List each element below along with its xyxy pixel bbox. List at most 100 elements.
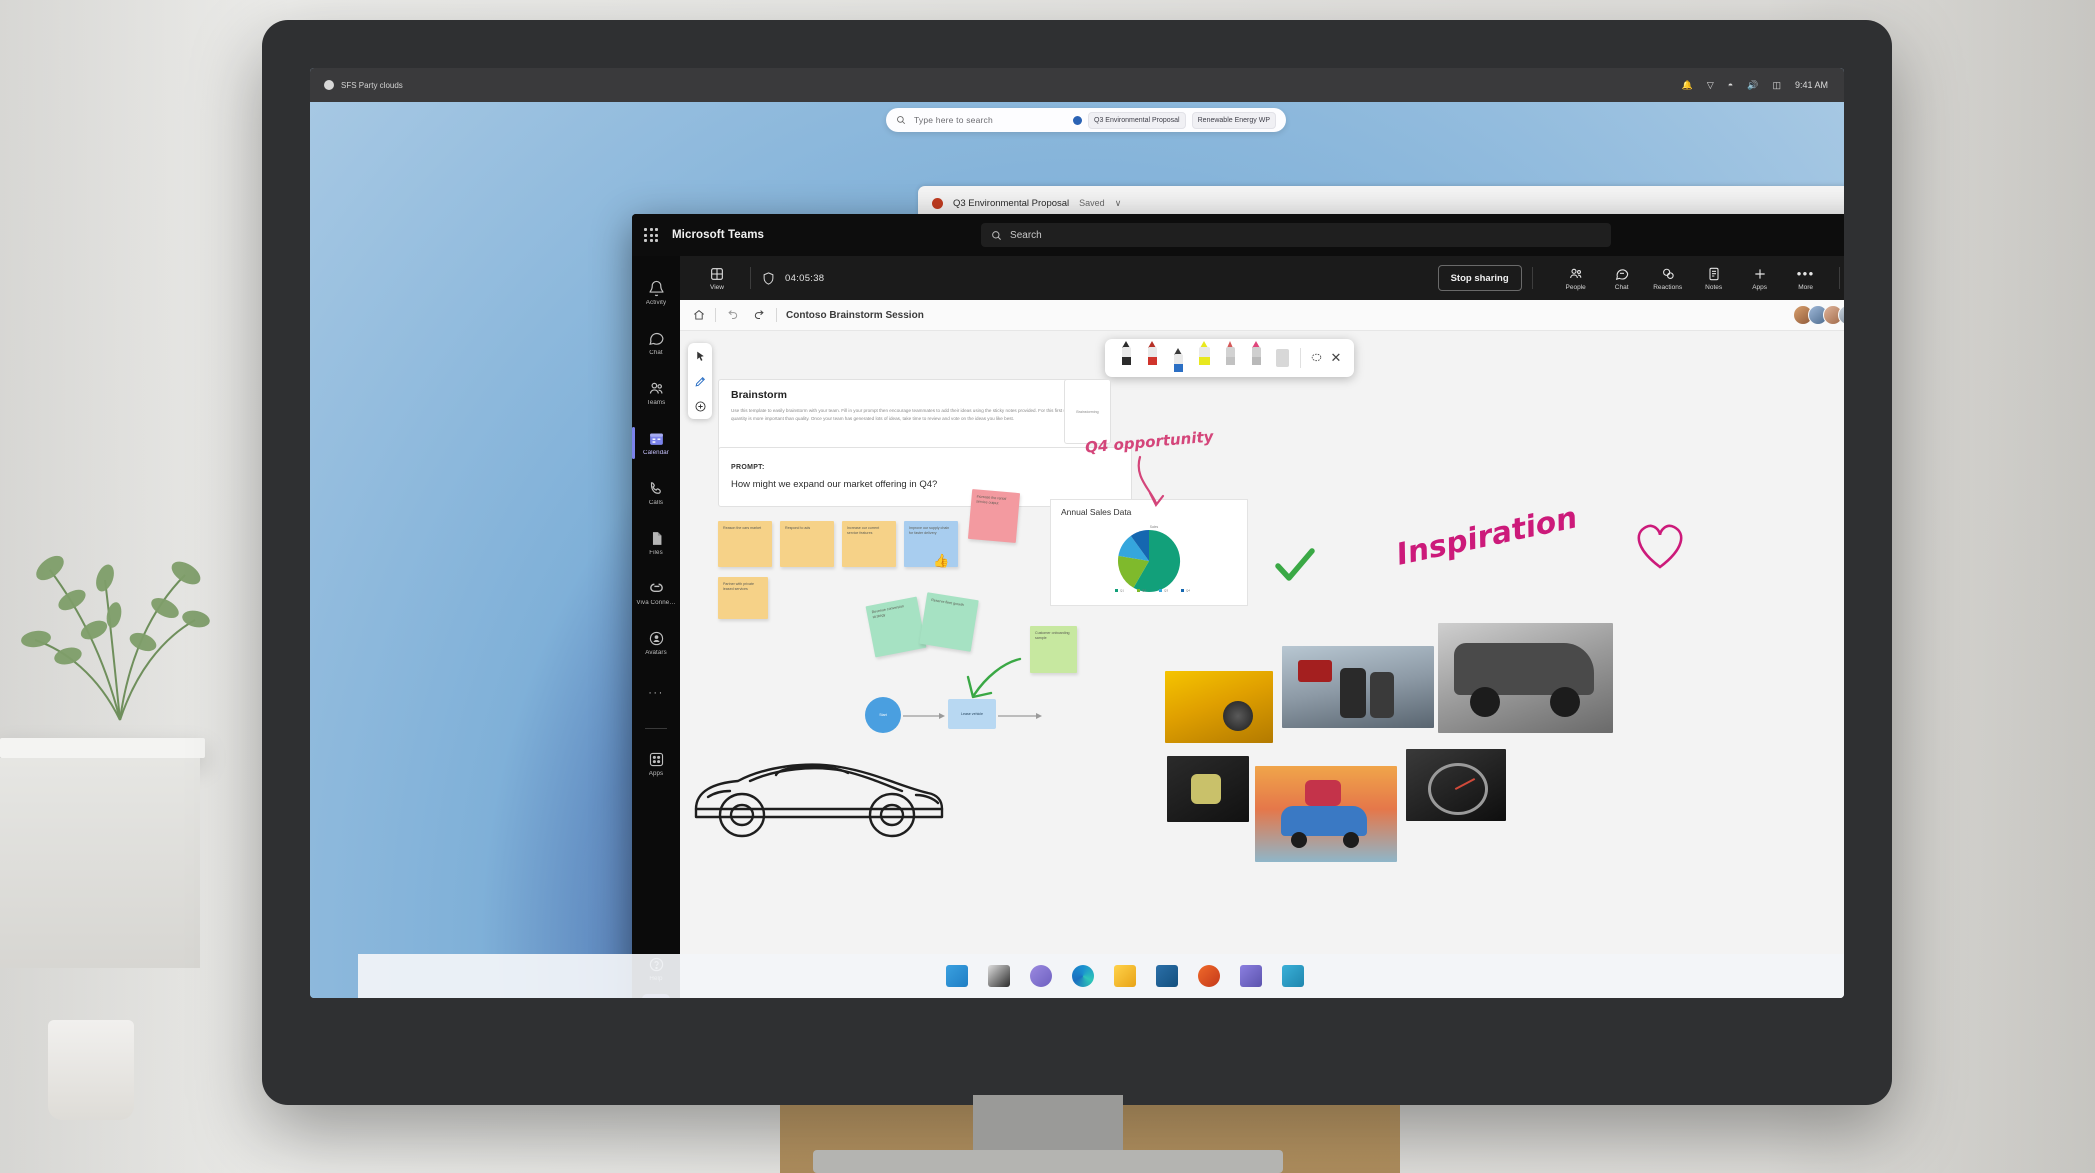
excel-icon[interactable] — [1282, 965, 1304, 987]
sidebar-item-viva-connections[interactable]: Viva Conne… — [632, 568, 680, 618]
sidebar-item-files[interactable]: Files — [632, 518, 680, 568]
sidebar-item-calendar[interactable]: Calendar — [632, 418, 680, 468]
sidebar-item-avatars[interactable]: Avatars — [632, 618, 680, 668]
teams-chat-icon[interactable] — [1030, 965, 1052, 987]
teams-icon[interactable] — [1240, 965, 1262, 987]
pen-red[interactable] — [1139, 341, 1165, 375]
photo-vintage-wagon[interactable] — [1438, 623, 1613, 733]
pen-icon[interactable] — [692, 373, 708, 389]
photo-car-sunset[interactable] — [1255, 766, 1397, 862]
plus-icon — [1754, 268, 1765, 279]
reactions-button[interactable]: Reactions — [1645, 266, 1691, 291]
chevron-down-icon[interactable]: ∨ — [1115, 198, 1122, 209]
sticky-note[interactable]: Reason the cars market — [718, 521, 772, 567]
sticky-note-text: Partner with private leased services — [723, 582, 754, 592]
collaborator-avatars — [1793, 305, 1844, 325]
sticky-note[interactable]: Respond to ads — [780, 521, 834, 567]
os-tray: 🔔 ▽ ◓ 🔊 ◫ 9:41 AM — [1682, 80, 1844, 91]
start-icon[interactable] — [946, 965, 968, 987]
notes-button[interactable]: Notes — [1691, 266, 1737, 291]
powerpoint-save-state[interactable]: Saved — [1079, 198, 1105, 208]
diagram-node-start[interactable]: Start — [865, 697, 901, 733]
powerpoint-doc-title[interactable]: Q3 Environmental Proposal — [953, 198, 1069, 209]
notification-icon[interactable]: 🔔 — [1682, 80, 1693, 91]
diagram-node-label: Lease vehicle — [961, 712, 983, 716]
teams-search-box[interactable]: Search — [981, 223, 1612, 247]
sticky-note[interactable]: Increase our current service features — [842, 521, 896, 567]
sidebar-item-calls[interactable]: Calls — [632, 468, 680, 518]
lasso-select-icon[interactable] — [1306, 348, 1326, 368]
home-icon[interactable] — [692, 308, 706, 322]
sticky-note[interactable]: Revenue conversion strategy — [865, 596, 927, 658]
sidebar-item-activity[interactable]: Activity — [632, 268, 680, 318]
copilot-icon[interactable] — [1073, 115, 1083, 125]
sticky-note-text: Reason the cars market — [723, 526, 762, 530]
photo-tyres[interactable] — [1282, 646, 1434, 728]
wifi-icon[interactable]: ◓ — [1728, 80, 1733, 90]
sidebar-item-more[interactable]: ··· — [632, 668, 680, 718]
sidebar-item-apps[interactable]: Apps — [632, 739, 680, 789]
annual-sales-chart-card[interactable]: Annual Sales Data Sales Q1 Q2 Q3 Q4 — [1050, 499, 1248, 606]
view-button[interactable]: View — [694, 266, 740, 291]
widgets-icon[interactable] — [988, 965, 1010, 987]
pen-pink[interactable] — [1243, 341, 1269, 375]
ink-inspiration: Inspiration — [1393, 500, 1581, 573]
diagram-node-lease[interactable]: Lease vehicle — [948, 699, 996, 729]
clock[interactable]: 9:41 AM — [1795, 80, 1828, 90]
photo-charging-plug[interactable] — [1167, 756, 1249, 822]
sidebar-item-label: Calls — [648, 499, 664, 506]
chat-button[interactable]: Chat — [1599, 266, 1645, 291]
sticky-note[interactable]: Improve our supply chain for faster deli… — [904, 521, 958, 567]
sidebar-item-label: Teams — [646, 399, 666, 406]
more-button[interactable]: ••• More — [1783, 266, 1829, 291]
add-content-icon[interactable] — [692, 398, 708, 414]
app-launcher-icon[interactable] — [644, 228, 658, 242]
redo-icon[interactable] — [753, 308, 767, 322]
network-icon[interactable]: ▽ — [1707, 80, 1714, 91]
screenshot-scene: SFS Party clouds 🔔 ▽ ◓ 🔊 ◫ 9:41 AM Type … — [0, 0, 2095, 1173]
sticky-note[interactable]: Customer onboarding sample — [1030, 626, 1077, 673]
powerpoint-icon[interactable] — [1198, 965, 1220, 987]
file-explorer-icon[interactable] — [1114, 965, 1136, 987]
cursor-select-icon[interactable] — [692, 348, 708, 364]
eraser-icon[interactable] — [1269, 341, 1295, 375]
photo-speedometer[interactable] — [1406, 749, 1506, 821]
people-button[interactable]: People — [1553, 266, 1599, 291]
plant-pot — [48, 1020, 134, 1120]
brainstorming-side-card[interactable]: Brainstorming — [1064, 379, 1111, 444]
apps-grid-icon — [649, 752, 663, 766]
shelf-side-panel — [0, 758, 200, 968]
view-label: View — [710, 283, 724, 291]
calendar-icon — [649, 433, 663, 445]
highlighter-yellow[interactable] — [1191, 341, 1217, 375]
sidebar-item-chat[interactable]: Chat — [632, 318, 680, 368]
svg-text:Q3: Q3 — [1164, 589, 1168, 593]
photo-yellow-car[interactable] — [1165, 671, 1273, 743]
people-icon — [1569, 268, 1581, 278]
pen-grey-light[interactable] — [1217, 341, 1243, 375]
pen-black[interactable] — [1113, 341, 1139, 375]
sidebar-item-teams[interactable]: Teams — [632, 368, 680, 418]
apps-button[interactable]: Apps — [1737, 266, 1783, 291]
store-icon[interactable] — [1156, 965, 1178, 987]
teams-window: Microsoft Teams Search ··· — [632, 214, 1844, 998]
thumbs-up-sticker: 👍 — [933, 553, 950, 568]
search-chip-1[interactable]: Renewable Energy WP — [1191, 111, 1276, 129]
pen-blue-selected[interactable] — [1165, 348, 1191, 382]
prompt-card[interactable]: PROMPT: How might we expand our market o… — [718, 447, 1132, 507]
taskbar-search[interactable]: Type here to search Q3 Environmental Pro… — [886, 108, 1286, 132]
diagram-node-label: Start — [879, 713, 887, 717]
volume-icon[interactable]: 🔊 — [1747, 80, 1758, 91]
undo-icon[interactable] — [725, 308, 739, 322]
people-icon — [649, 382, 662, 394]
close-icon[interactable]: ✕ — [1326, 348, 1346, 368]
edge-icon[interactable] — [1072, 965, 1094, 987]
battery-icon[interactable]: ◫ — [1772, 80, 1781, 91]
stop-sharing-button[interactable]: Stop sharing — [1437, 265, 1522, 291]
whiteboard-canvas[interactable]: ✕ Brainstorm Use this template to easily… — [680, 331, 1844, 998]
monitor-chin — [310, 998, 1844, 1068]
sticky-note[interactable]: Increase the rental service output — [967, 489, 1021, 543]
sticky-note[interactable]: Reserve fleet growth — [919, 592, 979, 652]
sticky-note[interactable]: Partner with private leased services — [718, 577, 768, 619]
search-chip-0[interactable]: Q3 Environmental Proposal — [1088, 111, 1186, 129]
